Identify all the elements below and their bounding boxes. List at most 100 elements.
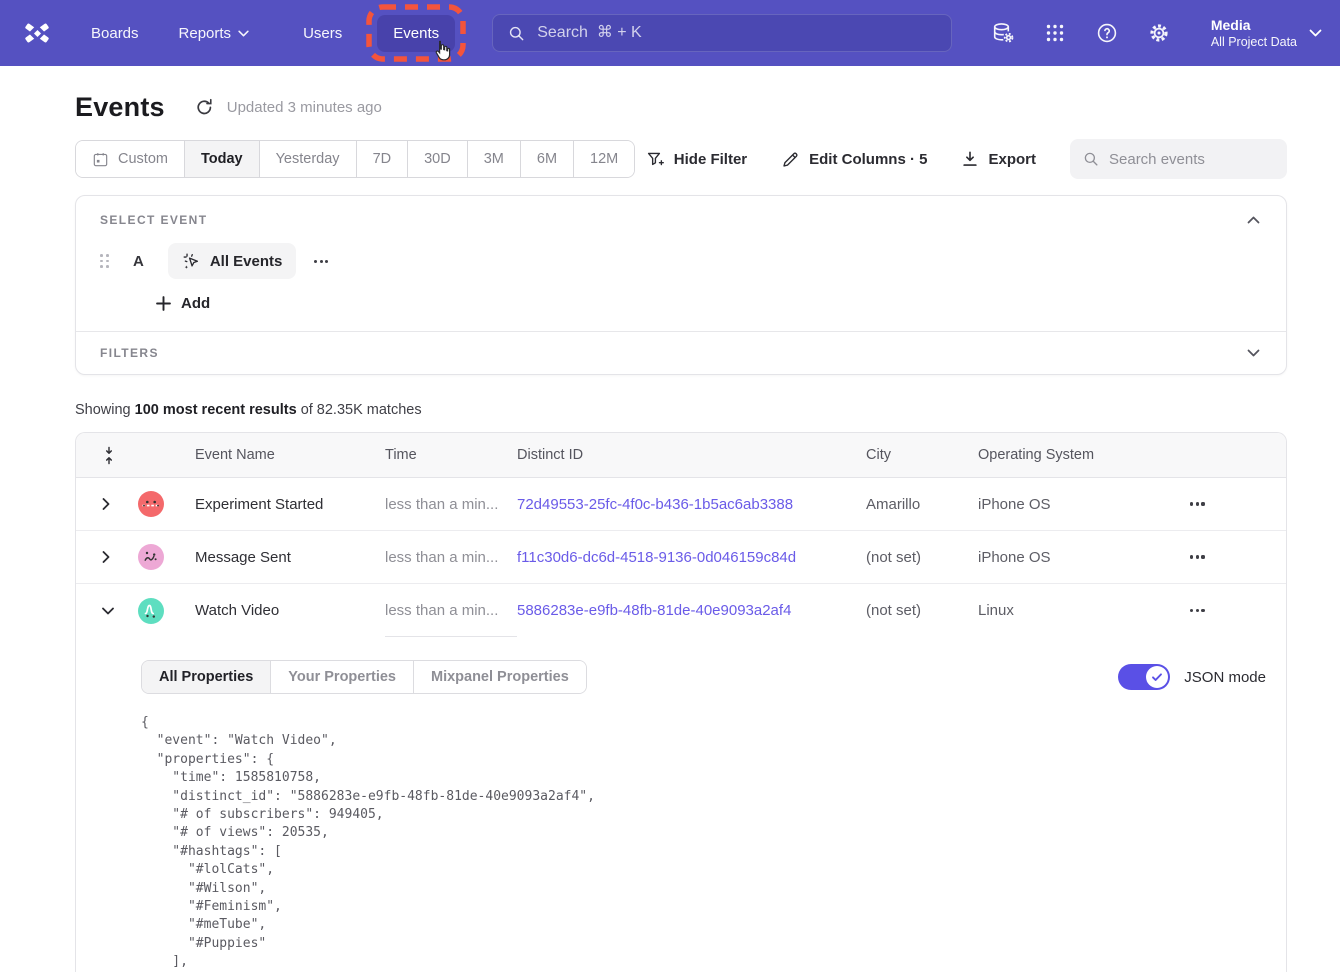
chevron-up-icon [1247, 216, 1260, 224]
mixpanel-logo-icon[interactable] [22, 18, 52, 48]
main-content: Events Updated 3 minutes ago Custom Toda… [75, 92, 1287, 972]
tab-all-properties[interactable]: All Properties [142, 661, 271, 693]
global-search[interactable] [492, 14, 952, 52]
edit-columns-label: Edit Columns · 5 [809, 151, 927, 168]
column-header-distinct-id: Distinct ID [517, 447, 866, 463]
tab-mixpanel-properties[interactable]: Mixpanel Properties [414, 661, 586, 693]
json-mode-toggle[interactable] [1118, 664, 1170, 690]
range-3m[interactable]: 3M [468, 141, 521, 177]
export-label: Export [988, 151, 1036, 168]
event-city: Amarillo [866, 496, 978, 513]
expand-filters-button[interactable] [1245, 347, 1262, 359]
filters-label: FILTERS [100, 346, 159, 360]
range-yesterday[interactable]: Yesterday [260, 141, 357, 177]
magic-cursor-icon [182, 252, 201, 271]
chevron-down-icon[interactable] [1309, 29, 1322, 37]
step-letter: A [133, 253, 144, 270]
range-7d[interactable]: 7D [357, 141, 409, 177]
project-selector[interactable]: Media All Project Data [1211, 16, 1297, 50]
event-name: Experiment Started [195, 496, 385, 513]
events-table: Event Name Time Distinct ID City Operati… [75, 432, 1287, 972]
add-event-button[interactable]: Add [156, 295, 210, 312]
event-json-viewer: { "event": "Watch Video", "properties": … [141, 714, 1266, 972]
row-more-options-button[interactable] [1186, 547, 1209, 566]
refresh-icon [195, 98, 214, 117]
avatar [138, 491, 164, 517]
distinct-id-link[interactable]: 5886283e-e9fb-48fb-81de-40e9093a2af4 [517, 602, 866, 619]
expand-row-button[interactable] [76, 498, 138, 510]
nav-right-cluster: Media All Project Data [991, 16, 1340, 50]
apps-grid-icon[interactable] [1043, 21, 1067, 45]
nav-item-users-label: Users [303, 25, 342, 42]
range-today[interactable]: Today [185, 141, 260, 177]
distinct-id-link[interactable]: 72d49553-25fc-4f0c-b436-1b5ac6ab3388 [517, 496, 866, 513]
settings-gear-icon[interactable] [1147, 21, 1171, 45]
search-icon [1082, 150, 1100, 168]
date-range-picker: Custom Today Yesterday 7D 30D 3M 6M 12M [75, 140, 635, 178]
results-summary: Showing 100 most recent results of 82.35… [75, 402, 1287, 418]
hide-filter-button[interactable]: Hide Filter [646, 150, 747, 169]
nav-item-reports[interactable]: Reports [179, 25, 250, 42]
table-row-expanded[interactable]: Watch Video less than a min... 5886283e-… [76, 584, 1286, 637]
column-header-event-name: Event Name [195, 447, 385, 463]
table-row[interactable]: Message Sent less than a min... f11c30d6… [76, 531, 1286, 584]
column-header-city: City [866, 447, 978, 463]
project-name: Media [1211, 16, 1297, 34]
filters-section[interactable]: FILTERS [76, 331, 1286, 374]
event-name: Watch Video [195, 602, 385, 619]
event-detail-panel: All Properties Your Properties Mixpanel … [76, 637, 1286, 972]
nav-item-users[interactable]: Users [303, 25, 342, 42]
event-name: Message Sent [195, 549, 385, 566]
plus-icon [156, 296, 171, 311]
project-scope: All Project Data [1211, 34, 1297, 50]
search-events-input[interactable] [1109, 151, 1275, 168]
event-more-options-button[interactable] [312, 254, 330, 269]
filter-funnel-icon [646, 150, 665, 169]
help-icon[interactable] [1095, 21, 1119, 45]
column-header-time: Time [385, 447, 517, 463]
search-icon [507, 24, 526, 43]
edit-columns-button[interactable]: Edit Columns · 5 [781, 150, 927, 169]
refresh-button[interactable] [195, 98, 214, 117]
collapse-row-button[interactable] [76, 607, 138, 615]
top-nav: Boards Reports Users Events [0, 0, 1340, 66]
nav-item-boards[interactable]: Boards [91, 25, 139, 42]
expand-row-button[interactable] [76, 551, 138, 563]
range-30d[interactable]: 30D [408, 141, 468, 177]
sort-rows-icon[interactable] [76, 446, 138, 465]
column-header-os: Operating System [978, 447, 1186, 463]
table-row[interactable]: Experiment Started less than a min... 72… [76, 478, 1286, 531]
json-mode-label: JSON mode [1184, 669, 1266, 686]
tab-your-properties[interactable]: Your Properties [271, 661, 414, 693]
check-icon [1151, 671, 1163, 683]
nav-item-events-selection: Events [366, 4, 466, 62]
event-time: less than a min... [385, 478, 517, 530]
event-selector-chip[interactable]: All Events [168, 243, 297, 279]
global-search-input[interactable] [537, 24, 937, 42]
chevron-down-icon [1247, 349, 1260, 357]
event-os: iPhone OS [978, 496, 1186, 513]
range-custom[interactable]: Custom [76, 141, 185, 177]
chevron-right-icon [102, 551, 110, 563]
chevron-down-icon [238, 30, 249, 37]
page-title: Events [75, 92, 165, 123]
range-12m[interactable]: 12M [574, 141, 634, 177]
collapse-section-button[interactable] [1245, 214, 1262, 226]
nav-item-boards-label: Boards [91, 25, 139, 42]
event-time: less than a min... [385, 584, 517, 637]
data-management-icon[interactable] [991, 21, 1015, 45]
drag-handle[interactable] [100, 254, 110, 268]
chevron-right-icon [102, 498, 110, 510]
chevron-down-icon [102, 607, 114, 615]
row-more-options-button[interactable] [1186, 494, 1209, 513]
row-more-options-button[interactable] [1186, 601, 1209, 620]
range-6m[interactable]: 6M [521, 141, 574, 177]
search-events-box[interactable] [1070, 139, 1287, 179]
event-city: (not set) [866, 549, 978, 566]
updated-timestamp: Updated 3 minutes ago [227, 99, 382, 116]
cursor-pointer-icon [430, 39, 454, 65]
event-chip-label: All Events [210, 253, 283, 270]
export-button[interactable]: Export [961, 150, 1036, 168]
distinct-id-link[interactable]: f11c30d6-dc6d-4518-9136-0d046159c84d [517, 549, 866, 566]
select-event-label: SELECT EVENT [100, 213, 207, 227]
